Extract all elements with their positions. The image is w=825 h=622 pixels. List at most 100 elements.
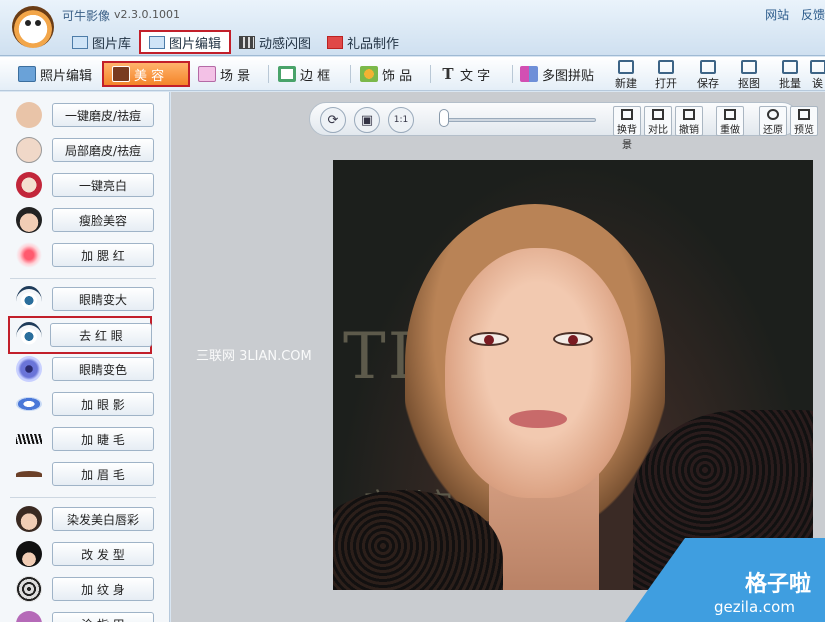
subtab-text[interactable]: T 文 字 xyxy=(440,61,490,87)
preview-button[interactable]: 预览 xyxy=(790,106,818,136)
enlarge-eyes-button[interactable]: 眼睛变大 xyxy=(52,287,154,311)
more-tool-button[interactable]: 诶 xyxy=(810,59,825,89)
add-blush-button[interactable]: 加 腮 红 xyxy=(52,243,154,267)
batch-button[interactable]: 批量 xyxy=(772,59,808,90)
open-button[interactable]: 打开 xyxy=(648,59,684,90)
more-icon xyxy=(810,60,825,74)
subtab-label: 文 字 xyxy=(460,68,491,84)
tab-picture-edit[interactable]: 图片编辑 xyxy=(139,30,232,54)
cow-logo-icon xyxy=(12,6,54,48)
hairstyle-icon xyxy=(16,541,42,567)
undo-icon xyxy=(683,109,695,120)
edited-photo[interactable]: TLE 宝利宝 xyxy=(333,160,813,590)
compare-button[interactable]: 对比 xyxy=(644,106,672,136)
subtab-label: 边 框 xyxy=(300,68,331,84)
left-eye xyxy=(469,332,509,346)
list-item: 加 睫 毛 xyxy=(10,424,160,454)
eye-color-button[interactable]: 眼睛变色 xyxy=(52,357,154,381)
redo-button[interactable]: 重做 xyxy=(716,106,744,136)
tab-picture-library[interactable]: 图片库 xyxy=(64,30,139,54)
tattoo-icon xyxy=(16,576,42,602)
add-eye-shadow-button[interactable]: 加 眼 影 xyxy=(52,392,154,416)
list-item: 染发美白唇彩 xyxy=(10,504,160,534)
beauty-face-icon xyxy=(112,66,130,82)
tab-gift-making[interactable]: 礼品制作 xyxy=(319,30,407,54)
app-version: v2.3.0.1001 xyxy=(114,8,180,21)
subtab-label: 照片编辑 xyxy=(40,68,93,84)
list-item: 涂 指 甲 xyxy=(10,609,160,622)
right-eye xyxy=(553,332,593,346)
fit-screen-button[interactable]: ▣ xyxy=(354,107,380,133)
save-button[interactable]: 保存 xyxy=(690,59,726,90)
subtab-collage[interactable]: 多图拼贴 xyxy=(520,61,594,87)
lips xyxy=(509,410,567,428)
subtab-ornament[interactable]: 饰 品 xyxy=(360,61,412,87)
list-item: 一键磨皮/祛痘 xyxy=(10,100,160,130)
subtab-frame[interactable]: 边 框 xyxy=(278,61,330,87)
list-item: 加 腮 红 xyxy=(10,240,160,270)
brand-corner-title: 格子啦 xyxy=(745,572,812,597)
main-tabs: 图片库 图片编辑 动感闪图 礼品制作 xyxy=(64,30,407,54)
swap-background-button[interactable]: 换背景 xyxy=(613,106,641,151)
subtab-photo-edit[interactable]: 照片编辑 xyxy=(18,61,92,87)
one-click-smooth-button[interactable]: 一键磨皮/祛痘 xyxy=(52,103,154,127)
ornament-icon xyxy=(360,66,378,82)
feedback-link[interactable]: 反馈 xyxy=(801,8,825,22)
tab-animated-gif[interactable]: 动感闪图 xyxy=(231,30,319,54)
subtab-label: 美 容 xyxy=(134,68,165,84)
nail-polish-icon xyxy=(16,611,42,622)
divider xyxy=(268,65,269,83)
zoom-slider-track[interactable] xyxy=(440,118,596,122)
restore-button[interactable]: 还原 xyxy=(759,106,787,136)
add-eyebrow-button[interactable]: 加 眉 毛 xyxy=(52,462,154,486)
tab-label: 图片库 xyxy=(92,36,132,52)
gift-icon xyxy=(327,35,344,49)
eyelash-icon xyxy=(16,434,42,444)
list-item: 加 眉 毛 xyxy=(10,459,160,489)
gear-icon xyxy=(782,60,798,74)
list-item: 加 眼 影 xyxy=(10,389,160,419)
rotate-button[interactable]: ⟳ xyxy=(320,107,346,133)
subtab-beauty[interactable]: 美 容 xyxy=(102,61,190,87)
grid-icon xyxy=(72,35,88,49)
photo-edit-icon xyxy=(18,66,36,82)
red-eye-item: 去 红 眼 xyxy=(8,316,152,354)
new-file-icon xyxy=(618,60,634,74)
one-click-brighten-button[interactable]: 一键亮白 xyxy=(52,173,154,197)
hair-dye-button[interactable]: 染发美白唇彩 xyxy=(52,507,154,531)
remove-red-eye-button[interactable]: 去 红 眼 xyxy=(50,323,152,347)
scene-icon xyxy=(198,66,216,82)
redo-icon xyxy=(724,109,736,120)
cutout-icon xyxy=(741,60,757,74)
cutout-button[interactable]: 抠图 xyxy=(731,59,767,90)
actual-size-button[interactable]: 1:1 xyxy=(388,107,414,133)
nail-polish-button[interactable]: 涂 指 甲 xyxy=(52,612,154,622)
partial-smooth-button[interactable]: 局部磨皮/祛痘 xyxy=(52,138,154,162)
rotate-icon: ⟳ xyxy=(327,112,339,128)
face-smooth-icon xyxy=(16,102,42,128)
app-title: 可牛影像 xyxy=(62,9,111,23)
website-link[interactable]: 网站 xyxy=(765,8,789,22)
eye-enlarge-icon xyxy=(16,286,42,312)
restore-icon xyxy=(767,109,779,120)
subtab-label: 场 景 xyxy=(220,68,251,84)
frame-icon xyxy=(278,66,296,82)
text-icon: T xyxy=(442,65,454,83)
slim-face-button[interactable]: 瘦脸美容 xyxy=(52,208,154,232)
list-item: 改 发 型 xyxy=(10,539,160,569)
new-button[interactable]: 新建 xyxy=(608,59,644,90)
slim-face-icon xyxy=(16,207,42,233)
add-tattoo-button[interactable]: 加 纹 身 xyxy=(52,577,154,601)
add-eyelash-button[interactable]: 加 睫 毛 xyxy=(52,427,154,451)
subtab-scene[interactable]: 场 景 xyxy=(198,61,250,87)
undo-button[interactable]: 撤销 xyxy=(675,106,703,136)
list-item: 一键亮白 xyxy=(10,170,160,200)
change-hairstyle-button[interactable]: 改 发 型 xyxy=(52,542,154,566)
beauty-tools-panel: 一键磨皮/祛痘 局部磨皮/祛痘 一键亮白 瘦脸美容 加 腮 红 眼睛变大 去 红… xyxy=(0,92,170,622)
tab-label: 礼品制作 xyxy=(347,36,400,52)
partial-smooth-icon xyxy=(16,137,42,163)
brand-corner-url: gezila.com xyxy=(714,598,795,616)
edit-picture-icon xyxy=(149,35,166,49)
zoom-slider-thumb[interactable] xyxy=(439,109,449,127)
hair-dye-icon xyxy=(16,506,42,532)
